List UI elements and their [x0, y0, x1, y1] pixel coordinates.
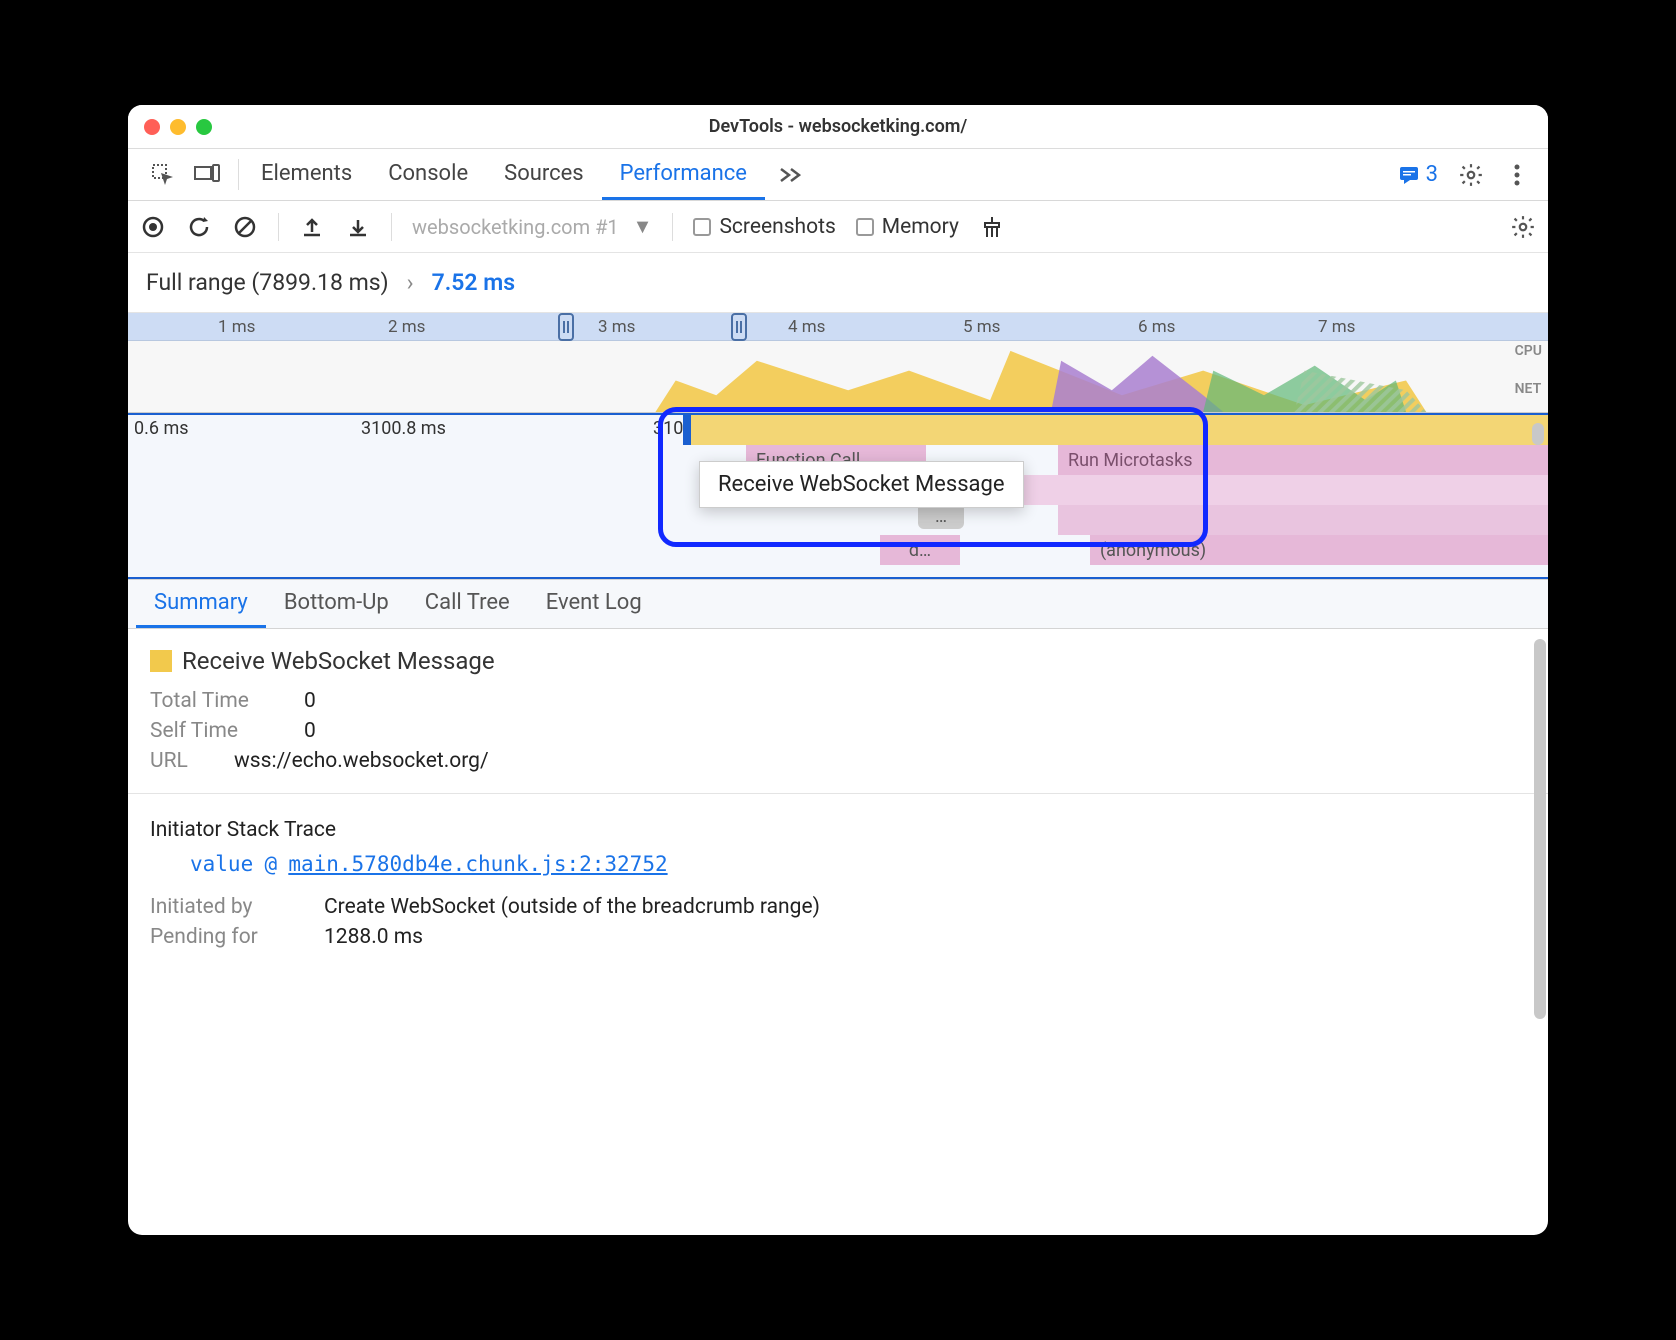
record-button[interactable]: [140, 214, 166, 240]
overview-lane-labels: CPU NET: [1515, 343, 1542, 397]
memory-label: Memory: [882, 215, 959, 239]
event-header: Receive WebSocket Message: [150, 647, 1526, 675]
ruler-tick: 2 ms: [388, 317, 425, 337]
current-range[interactable]: 7.52 ms: [432, 269, 515, 296]
detail-tab-bottom-up[interactable]: Bottom-Up: [266, 580, 407, 628]
ruler-tick: 1 ms: [218, 317, 255, 337]
summary-scrollbar-thumb[interactable]: [1534, 639, 1546, 1019]
pending-for-value: 1288.0 ms: [324, 925, 423, 949]
checkbox-box-icon: [693, 218, 711, 236]
ruler-tick: 3 ms: [598, 317, 635, 337]
flame-chart[interactable]: 0.6 ms 3100.8 ms 3101.0 ms 3101.2 ms 310…: [128, 413, 1548, 579]
messages-count: 3: [1426, 162, 1438, 187]
event-name: Receive WebSocket Message: [182, 647, 495, 675]
detail-tab-event-log[interactable]: Event Log: [528, 580, 660, 628]
detail-tab-summary[interactable]: Summary: [136, 580, 266, 628]
screenshots-checkbox[interactable]: Screenshots: [693, 215, 835, 239]
more-tabs-button[interactable]: [765, 149, 815, 200]
clear-button[interactable]: [232, 214, 258, 240]
summary-pane: Receive WebSocket Message Total Time 0 S…: [128, 629, 1548, 1235]
flame-scrollbar-thumb[interactable]: [1532, 423, 1544, 445]
more-options-icon[interactable]: [1504, 162, 1530, 188]
tab-console[interactable]: Console: [370, 149, 486, 200]
tab-performance[interactable]: Performance: [602, 149, 765, 200]
screenshots-label: Screenshots: [719, 215, 835, 239]
stack-function: value: [190, 852, 253, 876]
full-range-label[interactable]: Full range (7899.18 ms): [146, 269, 389, 296]
flame-tooltip: Receive WebSocket Message: [699, 461, 1024, 508]
url-value: wss://echo.websocket.org/: [234, 749, 489, 773]
download-profile-icon[interactable]: [345, 214, 371, 240]
stack-source-link[interactable]: main.5780db4e.chunk.js:2:32752: [288, 852, 667, 876]
upload-profile-icon[interactable]: [299, 214, 325, 240]
event-color-swatch: [150, 650, 172, 672]
ruler-tick: 7 ms: [1318, 317, 1355, 337]
dropdown-triangle-icon: ▼: [633, 214, 653, 239]
initiated-by-value: Create WebSocket (outside of the breadcr…: [324, 895, 820, 919]
ruler-tick: 6 ms: [1138, 317, 1175, 337]
window-title: DevTools - websocketking.com/: [128, 116, 1548, 137]
range-handle-right[interactable]: [731, 313, 747, 341]
tab-sources[interactable]: Sources: [486, 149, 602, 200]
messages-badge[interactable]: 3: [1398, 162, 1438, 187]
tab-elements[interactable]: Elements: [243, 149, 370, 200]
overview-ruler: 1 ms 2 ms 3 ms 4 ms 5 ms 6 ms 7 ms: [128, 313, 1548, 341]
recording-selector[interactable]: websocketking.com #1 ▼: [412, 214, 652, 239]
tooltip-text: Receive WebSocket Message: [718, 472, 1005, 497]
initiated-by-label: Initiated by: [150, 895, 300, 919]
overview-flame: [128, 341, 1548, 412]
detail-tab-bar: Summary Bottom-Up Call Tree Event Log: [128, 579, 1548, 629]
net-lane-label: NET: [1515, 381, 1542, 397]
pending-for-label: Pending for: [150, 925, 300, 949]
recording-selector-label: websocketking.com #1: [412, 215, 619, 239]
cpu-lane-label: CPU: [1515, 343, 1542, 359]
memory-checkbox[interactable]: Memory: [856, 215, 959, 239]
device-toolbar-icon[interactable]: [194, 162, 220, 188]
chevron-right-icon: ›: [407, 269, 414, 296]
inspect-element-icon[interactable]: [150, 162, 176, 188]
range-handle-left[interactable]: [558, 313, 574, 341]
detail-tab-call-tree[interactable]: Call Tree: [407, 580, 528, 628]
collect-garbage-icon[interactable]: [979, 214, 1005, 240]
self-time-label: Self Time: [150, 719, 280, 743]
performance-toolbar: websocketking.com #1 ▼ Screenshots Memor…: [128, 201, 1548, 253]
reload-record-button[interactable]: [186, 214, 212, 240]
ruler-tick: 4 ms: [788, 317, 825, 337]
time-range-breadcrumb: Full range (7899.18 ms) › 7.52 ms: [128, 253, 1548, 313]
ruler-tick: 5 ms: [963, 317, 1000, 337]
self-time-value: 0: [304, 719, 316, 743]
settings-icon[interactable]: [1458, 162, 1484, 188]
main-tab-bar: Elements Console Sources Performance 3: [128, 149, 1548, 201]
url-label: URL: [150, 749, 210, 773]
stack-at-symbol: @: [264, 852, 277, 876]
total-time-label: Total Time: [150, 689, 280, 713]
devtools-window: DevTools - websocketking.com/ Elements C…: [128, 105, 1548, 1235]
capture-settings-icon[interactable]: [1510, 214, 1536, 240]
overview-timeline[interactable]: 1 ms 2 ms 3 ms 4 ms 5 ms 6 ms 7 ms CPU N…: [128, 313, 1548, 413]
total-time-value: 0: [304, 689, 316, 713]
checkbox-box-icon: [856, 218, 874, 236]
titlebar: DevTools - websocketking.com/: [128, 105, 1548, 149]
initiator-stack-header: Initiator Stack Trace: [150, 818, 1526, 842]
